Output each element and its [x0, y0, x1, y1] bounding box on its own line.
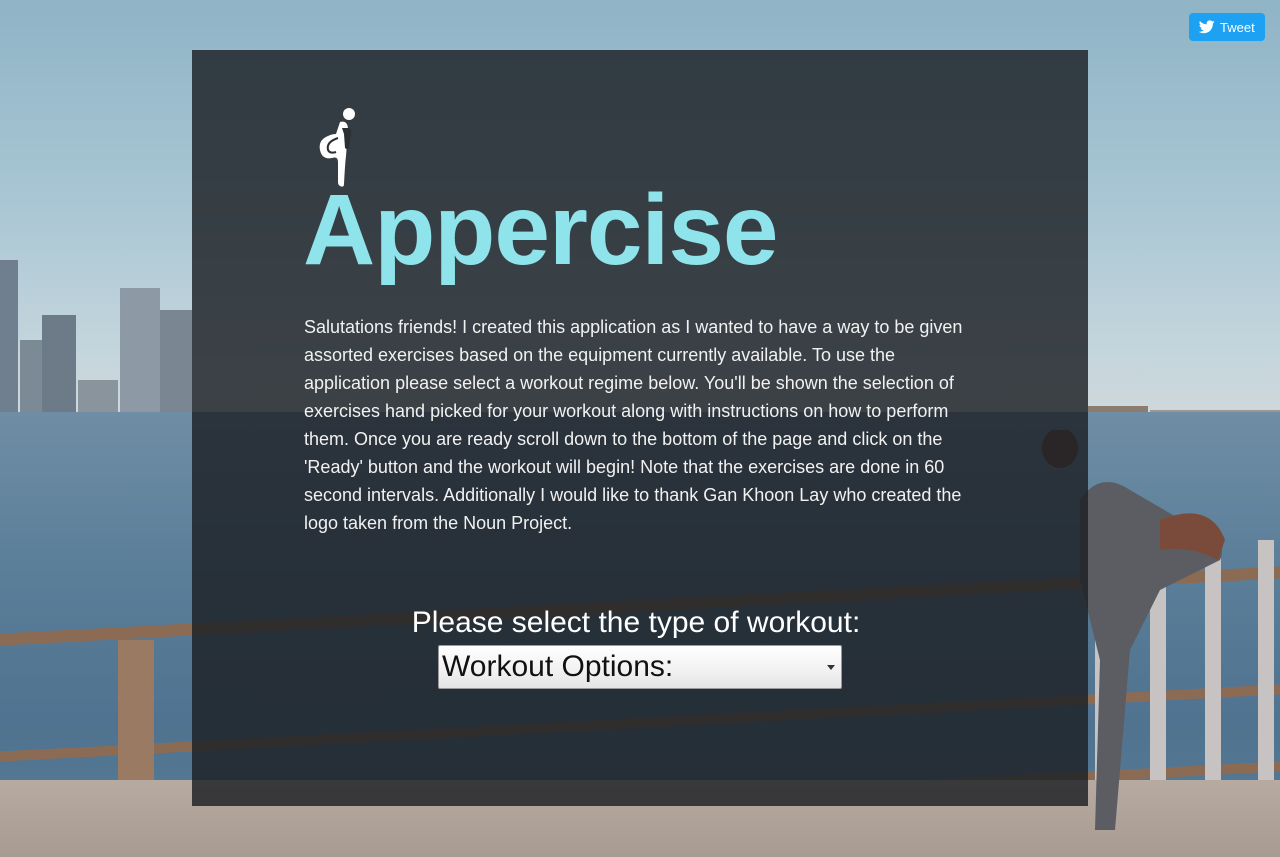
workout-select-value: Workout Options:	[442, 650, 674, 683]
workout-type-select[interactable]: Workout Options:	[438, 645, 842, 689]
intro-paragraph: Salutations friends! I created this appl…	[304, 317, 963, 533]
tweet-button[interactable]: Tweet	[1189, 13, 1265, 41]
twitter-bird-icon	[1199, 20, 1215, 34]
tweet-label: Tweet	[1220, 19, 1255, 35]
chevron-down-icon	[827, 665, 835, 670]
workout-select-label: Please select the type of workout:	[411, 606, 861, 639]
app-title: Appercise	[303, 174, 779, 286]
